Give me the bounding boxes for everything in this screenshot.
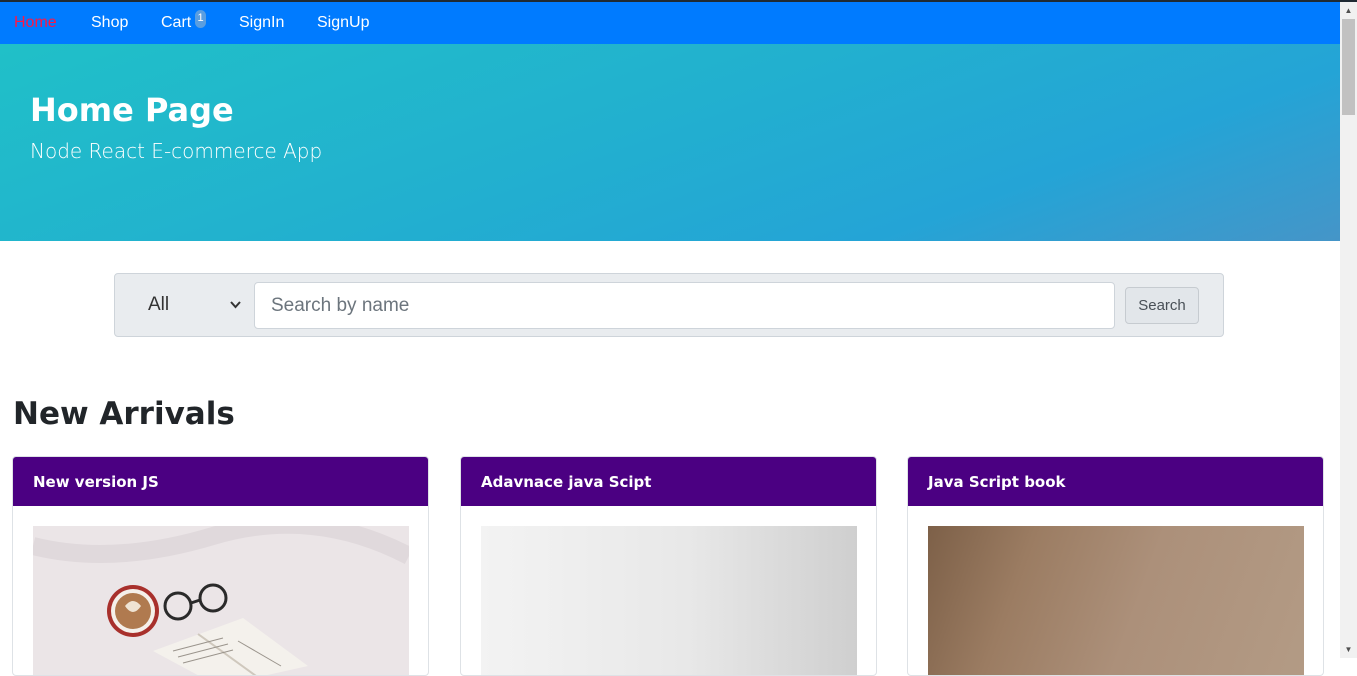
nav-cart-link[interactable]: Cart	[161, 14, 191, 32]
product-card-title: New version JS	[13, 457, 428, 506]
hero-banner: Home Page Node React E-commerce App	[0, 44, 1340, 241]
category-select-value: All	[148, 294, 170, 315]
product-image[interactable]	[481, 526, 857, 675]
search-form: All Search	[114, 273, 1224, 337]
nav-signin-link[interactable]: SignIn	[239, 14, 284, 32]
scroll-down-arrow-icon[interactable]: ▼	[1340, 641, 1357, 658]
nav-shop-link[interactable]: Shop	[91, 14, 128, 32]
chevron-down-icon	[230, 296, 241, 312]
product-card[interactable]: Java Script book	[907, 456, 1324, 676]
nav-signup-link[interactable]: SignUp	[317, 14, 369, 32]
product-card-title: Java Script book	[908, 457, 1323, 506]
navbar: Home Shop Cart 1 SignIn SignUp	[0, 2, 1340, 44]
product-card[interactable]: Adavnace java Scipt	[460, 456, 877, 676]
section-title: New Arrivals	[13, 396, 235, 432]
product-card[interactable]: New version JS	[12, 456, 429, 676]
search-input[interactable]	[254, 282, 1115, 329]
product-image[interactable]	[928, 526, 1304, 675]
vertical-scrollbar[interactable]: ▲ ▼	[1340, 2, 1357, 658]
scroll-up-arrow-icon[interactable]: ▲	[1340, 2, 1357, 19]
cart-count-badge: 1	[195, 10, 206, 28]
scrollbar-thumb[interactable]	[1342, 19, 1355, 115]
product-card-title: Adavnace java Scipt	[461, 457, 876, 506]
nav-home-link[interactable]: Home	[14, 14, 57, 32]
product-image[interactable]	[33, 526, 409, 675]
page-title: Home Page	[30, 91, 234, 129]
page-subtitle: Node React E-commerce App	[30, 139, 323, 163]
search-button[interactable]: Search	[1125, 287, 1199, 324]
